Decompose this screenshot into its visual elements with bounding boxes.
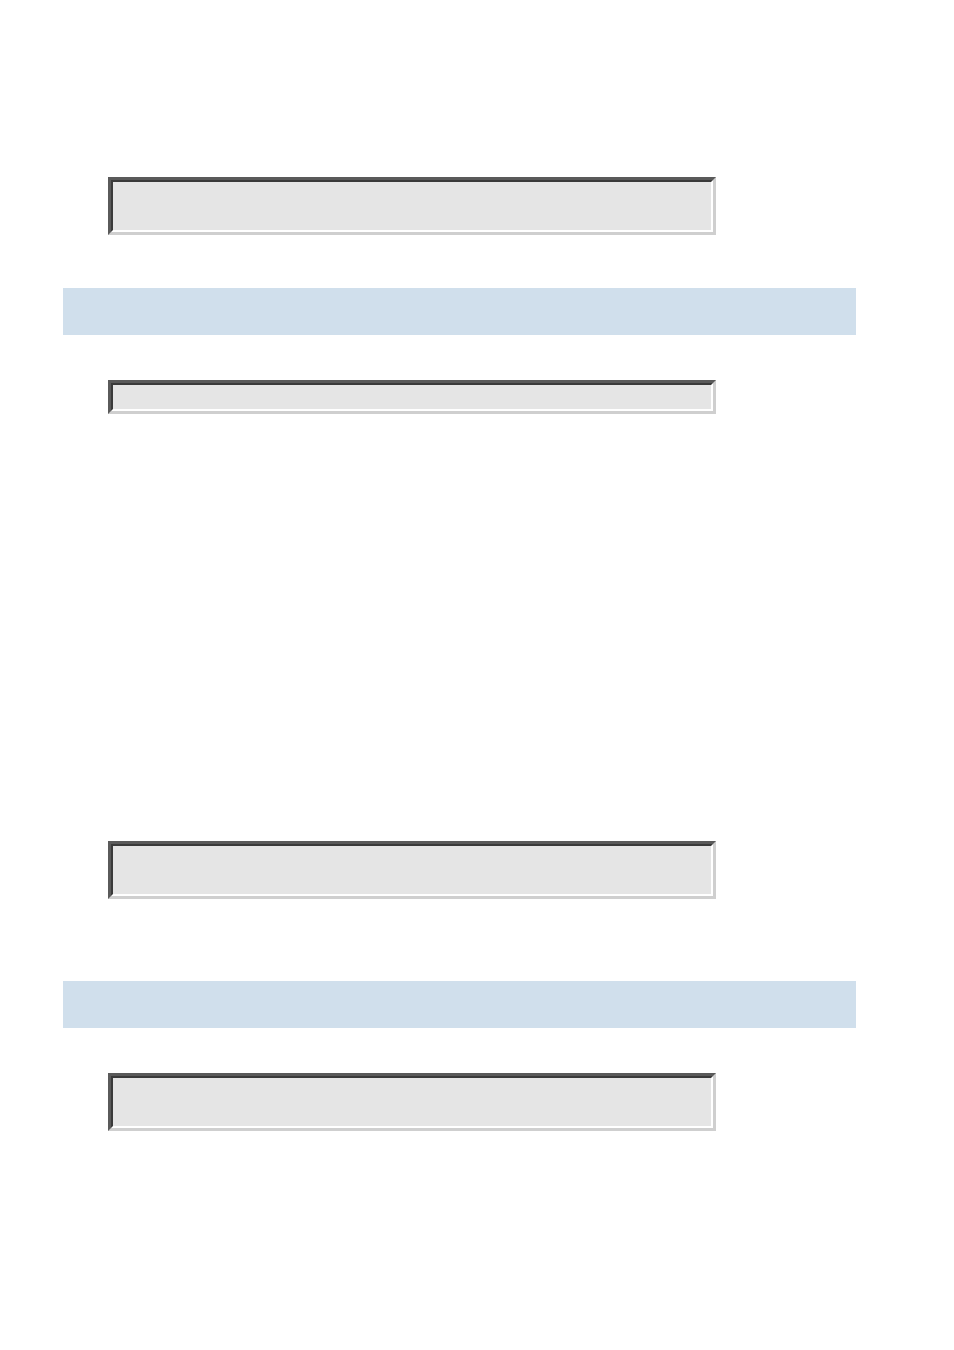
inset-panel-1 [108, 177, 716, 235]
inset-panel-3 [108, 841, 716, 899]
heading-band-1 [63, 288, 856, 335]
inset-panel-2 [108, 380, 716, 414]
document-page [0, 0, 954, 1350]
heading-band-2 [63, 981, 856, 1028]
inset-panel-4 [108, 1073, 716, 1131]
